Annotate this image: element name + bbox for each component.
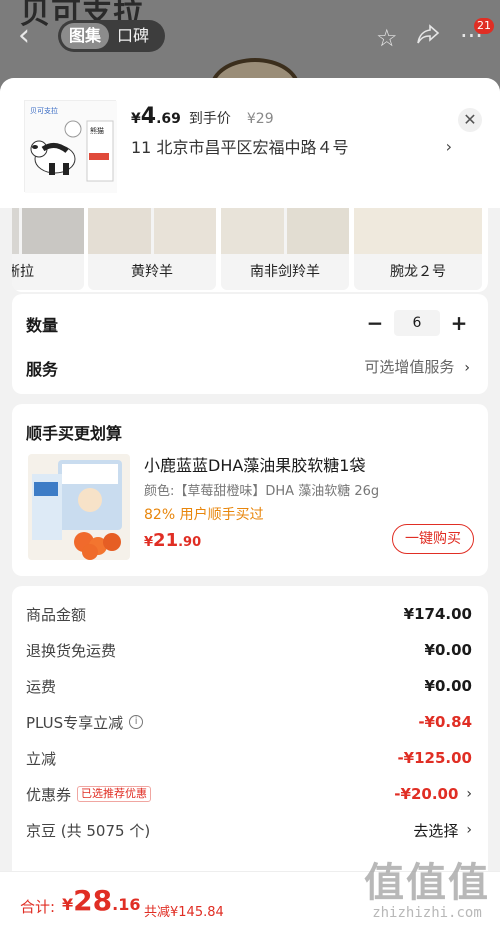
summary-value: ¥0.00	[424, 677, 472, 695]
summary-label: 立减	[26, 749, 57, 768]
quantity-input[interactable]: 6	[394, 310, 440, 336]
message-badge: 21	[474, 18, 494, 34]
variant-label: 蜥拉	[12, 264, 34, 280]
chevron-right-icon: ›	[466, 822, 472, 838]
variant-image	[221, 202, 349, 254]
back-icon[interactable]: ‹	[18, 21, 42, 52]
coupon-label-group: 优惠券 已选推荐优惠	[26, 784, 152, 805]
jingdou-value-group: 去选择 ›	[413, 820, 472, 841]
summary-value: -¥125.00	[397, 749, 472, 767]
summary-label: 运费	[26, 677, 57, 696]
bundle-card: 顺手买更划算 小鹿蓝蓝DHA藻油果胶软糖1袋 颜色:【草莓甜橙味】DHA 藻油软…	[12, 404, 488, 576]
plus-discount-label-group: PLUS专享立减 i	[26, 712, 144, 733]
product-image[interactable]: 贝可支拉 熊猫	[24, 100, 117, 193]
one-click-buy-button[interactable]: 一键购买	[392, 524, 474, 554]
price-line: ¥4.69 到手价 ¥29	[131, 104, 274, 129]
final-price-label: 到手价	[188, 111, 231, 127]
share-icon[interactable]	[416, 24, 440, 52]
variant-image	[12, 202, 84, 254]
variant-image	[354, 202, 482, 254]
tab-gallery[interactable]: 图集	[61, 23, 110, 49]
bundle-product-spec: 颜色:【草莓甜橙味】DHA 藻油软糖 26g	[144, 484, 380, 499]
quantity-stepper: − 6 +	[364, 310, 470, 336]
summary-row-return-shipping: 退换货免运费 ¥0.00	[26, 632, 472, 668]
variant-label: 黄羚羊	[131, 264, 173, 280]
increase-button[interactable]: +	[448, 311, 470, 335]
svg-text:贝可支拉: 贝可支拉	[30, 106, 58, 115]
variant-option[interactable]: 蜥拉	[12, 202, 84, 290]
summary-label: 退换货免运费	[26, 641, 117, 660]
bundle-product-name[interactable]: 小鹿蓝蓝DHA藻油果胶软糖1袋	[144, 452, 365, 476]
variant-option[interactable]: 腕龙２号	[354, 202, 482, 290]
address-chevron-icon[interactable]: ›	[446, 137, 452, 156]
variant-label: 腕龙２号	[390, 264, 446, 280]
original-price: ¥29	[246, 111, 274, 127]
watermark-logo: 值值值 zhizhizhi.com	[364, 860, 490, 921]
coupon-tag: 已选推荐优惠	[77, 786, 152, 802]
bundle-buyers-rate: 82% 用户顺手买过	[144, 507, 264, 523]
summary-row-shipping: 运费 ¥0.00	[26, 668, 472, 704]
total-saved: 共减¥145.84	[144, 905, 224, 920]
variant-image	[88, 202, 216, 254]
close-button[interactable]: ✕	[458, 108, 482, 132]
total-amount: ¥28.16	[62, 884, 141, 917]
summary-label: 优惠券	[26, 785, 72, 804]
chevron-right-icon: ›	[464, 360, 470, 376]
coupon-value-group: -¥20.00 ›	[394, 785, 472, 803]
summary-row-instant-discount: 立减 -¥125.00	[26, 740, 472, 776]
service-label: 服务	[26, 360, 59, 379]
summary-value: ¥0.00	[424, 641, 472, 659]
svg-text:熊猫: 熊猫	[90, 126, 104, 135]
service-value: 可选增值服务	[364, 358, 455, 376]
summary-label: 商品金额	[26, 605, 87, 624]
checkout-bar: 合计: ¥28.16 共减¥145.84 值值值 zhizhizhi.com	[0, 861, 500, 931]
delivery-address[interactable]: 11 北京市昌平区宏福中路４号	[131, 134, 461, 158]
service-selector[interactable]: 可选增值服务 ›	[364, 356, 470, 377]
chevron-right-icon: ›	[466, 786, 472, 802]
purchase-sheet: 贝可支拉 熊猫 ¥4.69 到手价 ¥29 11 北京市昌平区宏福中路４号 › …	[0, 78, 500, 931]
variant-option[interactable]: 南非剑羚羊	[221, 202, 349, 290]
segment-control: 图集 口碑	[58, 20, 165, 52]
product-header: 贝可支拉 熊猫 ¥4.69 到手价 ¥29 11 北京市昌平区宏福中路４号 › …	[0, 78, 500, 208]
summary-row-goods: 商品金额 ¥174.00	[26, 596, 472, 632]
summary-value: -¥0.84	[418, 713, 472, 731]
star-icon[interactable]: ☆	[376, 24, 398, 52]
bundle-price: ¥21.90	[144, 530, 202, 551]
summary-value: ¥174.00	[403, 605, 472, 623]
tab-reviews[interactable]: 口碑	[109, 23, 157, 49]
bundle-title: 顺手买更划算	[26, 424, 123, 443]
decrease-button[interactable]: −	[364, 311, 386, 335]
bundle-product-image[interactable]	[28, 454, 130, 560]
final-price: ¥4.69	[131, 104, 181, 129]
summary-row-jingdou[interactable]: 京豆 (共 5075 个) 去选择 ›	[26, 812, 472, 848]
total-label: 合计:	[20, 898, 56, 916]
quantity-label: 数量	[26, 316, 59, 335]
summary-row-plus-discount: PLUS专享立减 i -¥0.84	[26, 704, 472, 740]
variant-option[interactable]: 黄羚羊	[88, 202, 216, 290]
summary-value: 去选择	[413, 821, 459, 840]
quantity-service-card: 数量 − 6 + 服务 可选增值服务 ›	[12, 294, 488, 394]
summary-row-coupon[interactable]: 优惠券 已选推荐优惠 -¥20.00 ›	[26, 776, 472, 812]
variant-label: 南非剑羚羊	[250, 264, 320, 280]
info-icon[interactable]: i	[129, 715, 144, 729]
summary-label: 京豆 (共 5075 个)	[26, 821, 151, 840]
summary-value: -¥20.00	[394, 785, 459, 803]
summary-label: PLUS专享立减	[26, 713, 124, 732]
